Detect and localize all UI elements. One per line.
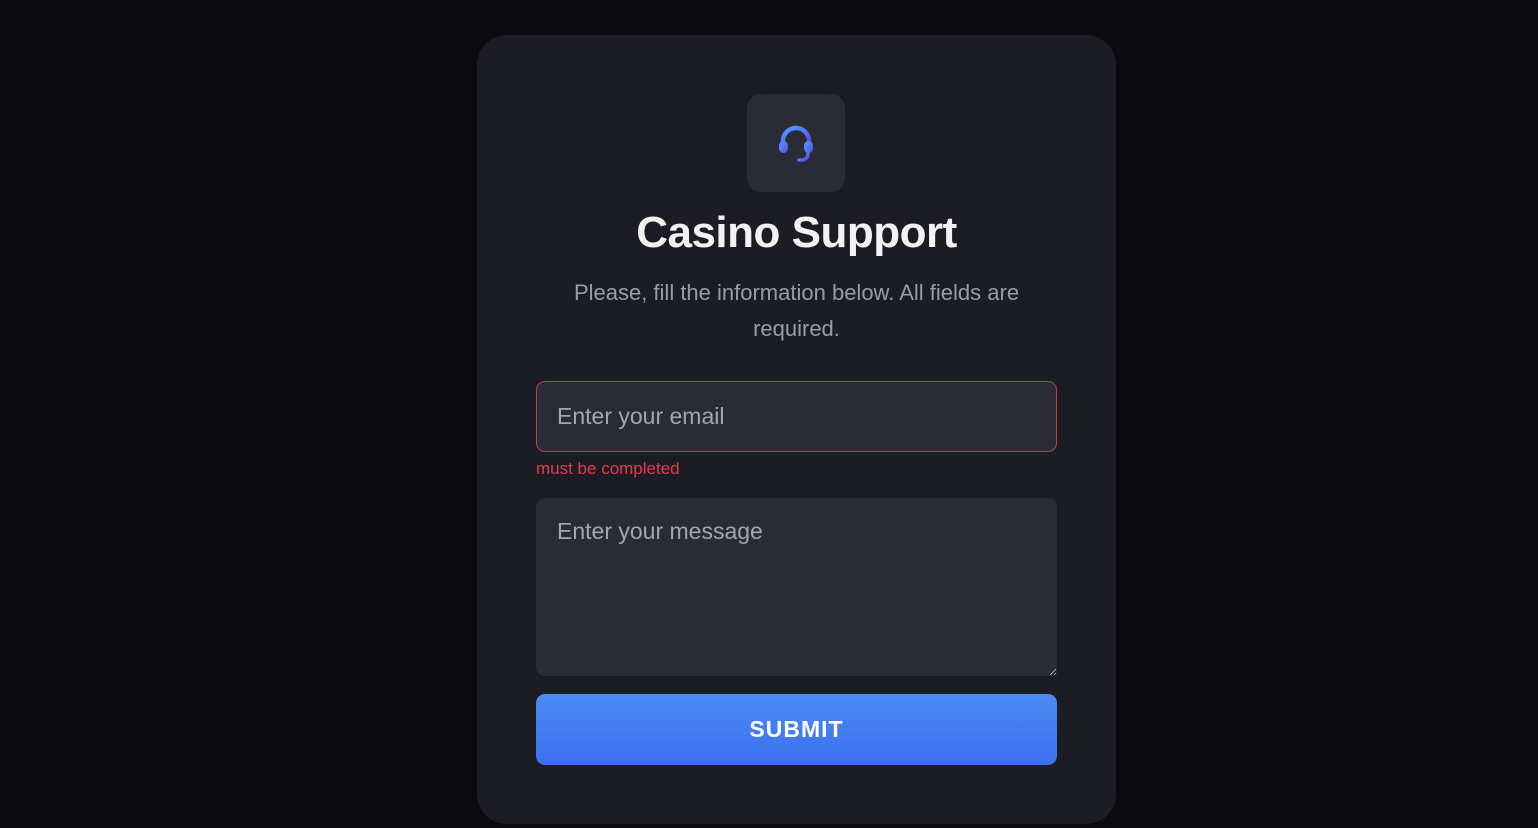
submit-button[interactable]: SUBMIT	[536, 694, 1057, 765]
headset-icon	[779, 125, 813, 162]
icon-tile	[747, 94, 845, 192]
page-title: Casino Support	[636, 208, 957, 257]
email-error-message: must be completed	[536, 459, 680, 478]
support-form-card: Casino Support Please, fill the informat…	[477, 35, 1116, 824]
message-field[interactable]	[536, 498, 1057, 676]
page: Casino Support Please, fill the informat…	[0, 0, 1538, 828]
email-field[interactable]	[536, 381, 1057, 452]
form-instructions: Please, fill the information below. All …	[573, 280, 1020, 341]
